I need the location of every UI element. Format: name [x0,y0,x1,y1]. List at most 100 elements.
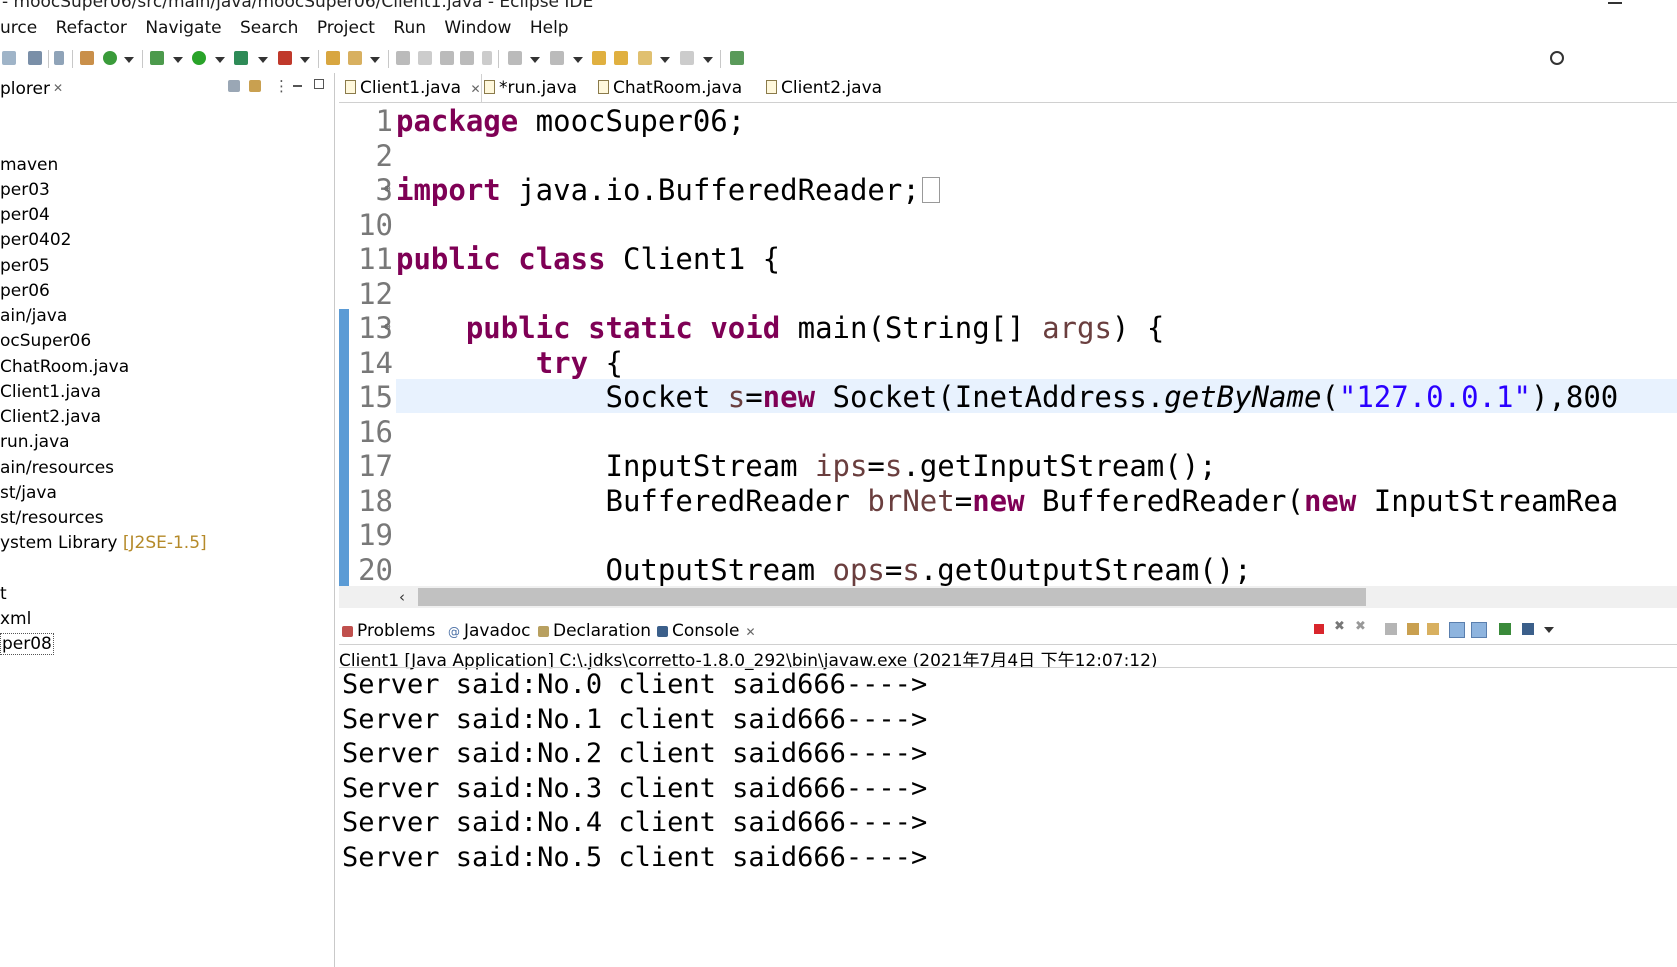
show-whitespace-icon[interactable] [482,51,492,65]
new-java-package-icon[interactable] [80,51,94,65]
tab-run[interactable]: *run.java [484,78,577,98]
tree-item[interactable]: st/java [0,483,57,503]
tree-item[interactable]: st/resources [0,508,104,528]
fold-collapse-icon[interactable]: ⊖ [384,320,391,333]
link-with-editor-icon[interactable] [249,80,261,92]
folded-imports-box[interactable] [921,177,940,203]
minimize-button[interactable] [1608,2,1622,4]
remove-all-terminated-icon[interactable]: ✖ [1355,619,1366,634]
tab-console[interactable]: Console ✕ [657,621,756,641]
chevron-down-icon[interactable] [173,57,183,63]
fold-expand-icon[interactable]: ⊕ [384,182,391,195]
editor-horizontal-scrollbar[interactable]: ‹ [339,586,1677,608]
stop-icon[interactable] [1314,624,1324,634]
tab-javadoc[interactable]: @ Javadoc [448,621,530,641]
menu-refactor[interactable]: Refactor [56,18,127,38]
tab-problems[interactable]: Problems [342,621,435,641]
clear-console-icon[interactable] [1385,623,1397,635]
view-menu-icon[interactable]: ⋮ [274,77,289,95]
chevron-down-icon[interactable] [1544,627,1554,633]
menu-navigate[interactable]: Navigate [145,18,221,38]
chevron-down-icon[interactable] [370,57,380,63]
chevron-down-icon[interactable] [258,57,268,63]
menu-run[interactable]: Run [393,18,426,38]
annotation-icon[interactable] [396,51,410,65]
console-output[interactable]: Server said:No.0 client said666----> Ser… [342,668,927,876]
tree-item[interactable]: ain/java [0,306,67,326]
tree-item[interactable]: ystem Library [J2SE-1.5] [0,533,207,553]
back-forward-edit-icon[interactable] [614,51,628,65]
scroll-lock-icon[interactable] [1407,623,1419,635]
tree-item[interactable]: run.java [0,432,70,452]
menu-help[interactable]: Help [530,18,569,38]
edit-icon[interactable] [418,51,432,65]
skip-breakpoints-icon[interactable] [54,51,64,65]
code-text: .getOutputStream(); [919,553,1252,586]
menu-window[interactable]: Window [444,18,511,38]
chevron-down-icon[interactable] [573,57,583,63]
tab-client2[interactable]: Client2.java [766,78,882,98]
close-icon[interactable]: ✕ [53,81,63,95]
code-editor[interactable]: 1 package moocSuper06; 2 3 ⊕ import java… [339,102,1677,586]
explorer-tab-label[interactable]: plorer [0,79,50,99]
tree-item-selected[interactable]: per08 [0,633,54,655]
collapse-all-icon[interactable] [228,80,240,92]
run-icon[interactable] [192,51,206,65]
debug-icon[interactable] [150,51,164,65]
toggle-mark-icon[interactable] [440,51,454,65]
save-all-icon[interactable] [2,51,16,65]
tab-chatroom[interactable]: ChatRoom.java [598,78,742,98]
chevron-down-icon[interactable] [530,57,540,63]
tree-item[interactable]: per0402 [0,230,72,250]
tree-item[interactable]: per05 [0,256,50,276]
tree-item[interactable]: xml [0,609,31,629]
chevron-down-icon[interactable] [215,57,225,63]
chevron-down-icon[interactable] [300,57,310,63]
previous-annotation-icon[interactable] [550,51,564,65]
maximize-view-icon[interactable] [314,79,324,89]
last-edit-icon[interactable] [592,51,606,65]
external-tools-icon[interactable] [278,51,292,65]
tree-item[interactable]: per03 [0,180,50,200]
display-console-icon[interactable] [1522,623,1534,635]
tree-item[interactable]: maven [0,155,58,175]
chevron-down-icon[interactable] [124,57,134,63]
new-class-icon[interactable] [103,51,117,65]
close-icon[interactable]: ✕ [746,625,756,639]
back-icon[interactable] [638,51,652,65]
scrollbar-thumb[interactable] [418,588,1366,606]
menu-source[interactable]: urce [0,18,37,38]
close-icon[interactable]: ✕ [470,82,480,96]
remove-launch-icon[interactable]: ✖ [1334,619,1345,634]
chevron-down-icon[interactable] [660,57,670,63]
next-annotation-icon[interactable] [508,51,522,65]
open-task-icon[interactable] [348,51,362,65]
tree-item[interactable]: Client2.java [0,407,101,427]
tree-item[interactable]: ChatRoom.java [0,357,129,377]
tree-item[interactable]: t [0,584,7,604]
tab-declaration[interactable]: Declaration [538,621,651,641]
show-on-stdout-icon[interactable] [1449,622,1465,638]
scroll-left-arrow-icon[interactable]: ‹ [399,588,405,606]
word-wrap-icon[interactable] [1427,623,1439,635]
tree-item[interactable]: Client1.java [0,382,101,402]
open-perspective-icon[interactable] [730,51,744,65]
tree-item[interactable]: per04 [0,205,50,225]
block-selection-icon[interactable] [460,51,474,65]
forward-icon[interactable] [680,51,694,65]
menu-search[interactable]: Search [240,18,298,38]
pin-console-icon[interactable] [1499,623,1511,635]
search-icon[interactable] [1550,51,1564,65]
show-on-stderr-icon[interactable] [1471,622,1487,638]
tree-item[interactable]: ain/resources [0,458,114,478]
tree-item[interactable]: per06 [0,281,50,301]
save-icon[interactable] [28,51,42,65]
coverage-icon[interactable] [234,51,248,65]
chevron-down-icon[interactable] [703,57,713,63]
keyword: new [972,484,1025,518]
tab-client1[interactable]: Client1.java ✕ [345,78,481,98]
tree-item[interactable]: ocSuper06 [0,331,91,351]
menu-project[interactable]: Project [317,18,375,38]
minimize-view-icon[interactable] [293,85,302,87]
open-type-icon[interactable] [326,51,340,65]
